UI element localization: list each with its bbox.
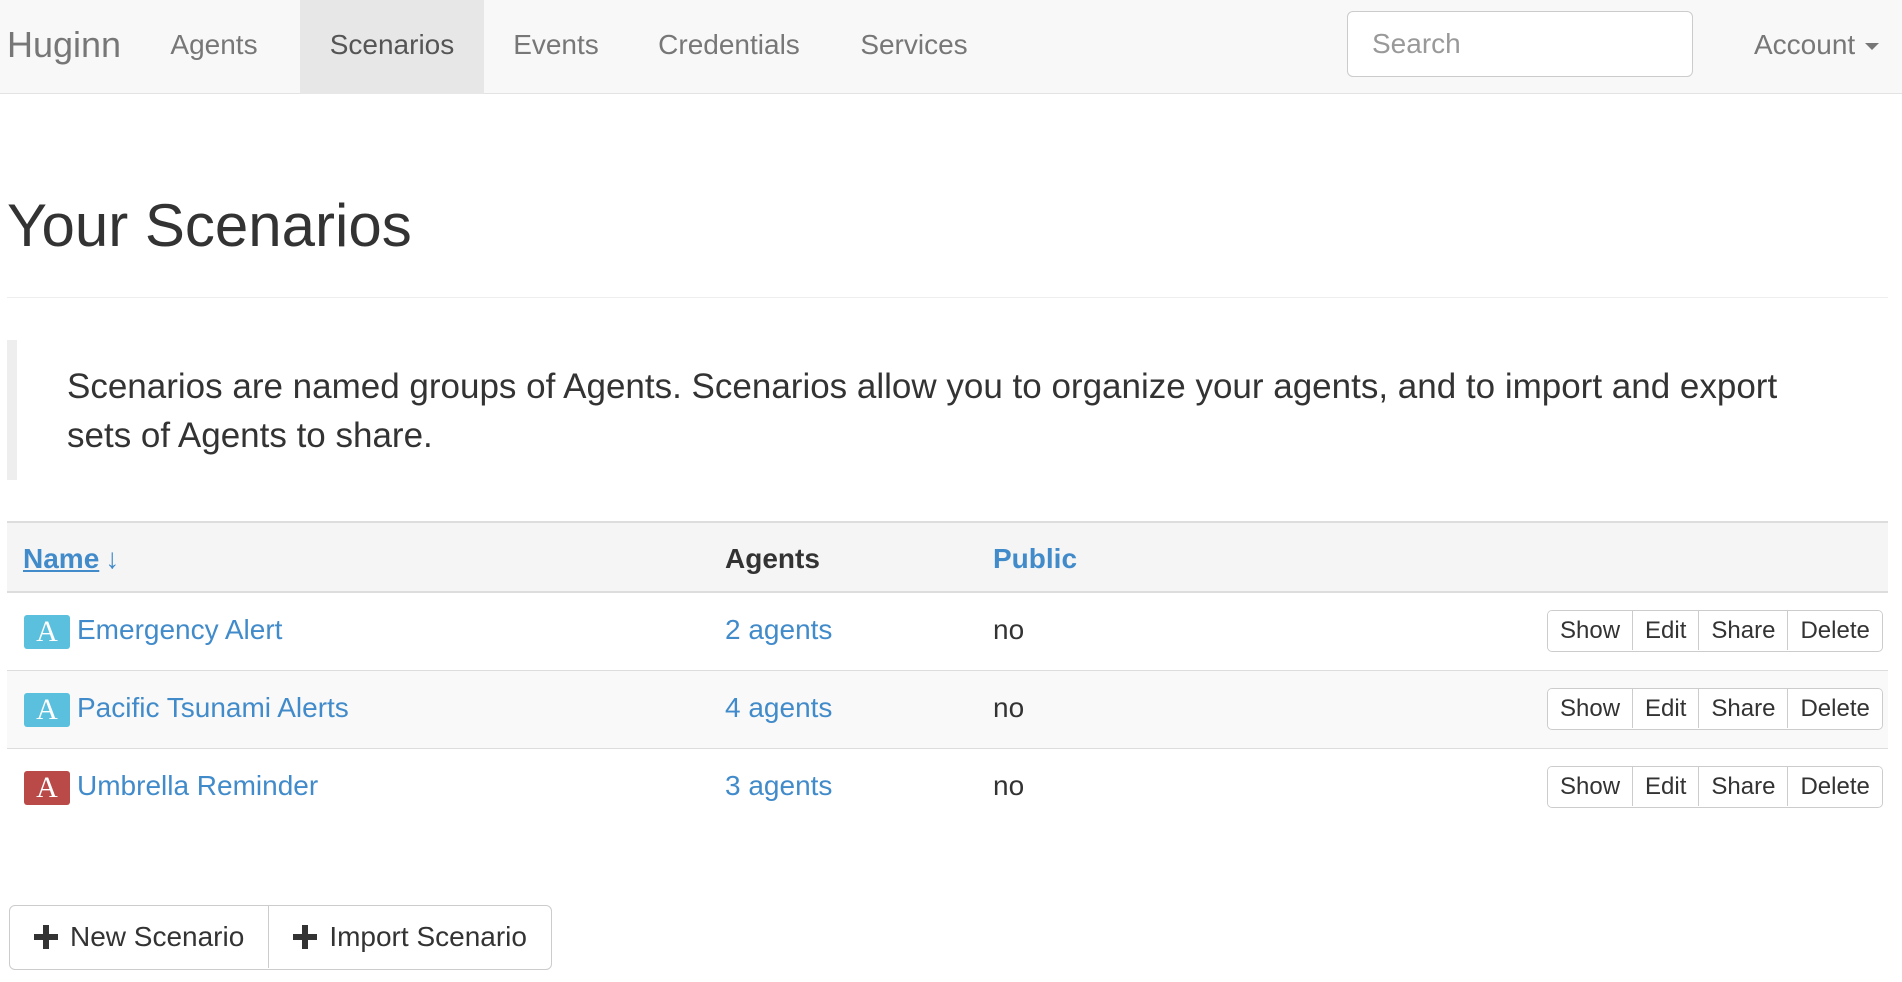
show-button[interactable]: Show bbox=[1548, 689, 1633, 728]
share-button[interactable]: Share bbox=[1698, 767, 1788, 806]
sort-by-public-link[interactable]: Public bbox=[993, 543, 1077, 574]
edit-button[interactable]: Edit bbox=[1632, 689, 1699, 728]
brand-logo-link[interactable]: Huginn bbox=[7, 0, 121, 94]
caret-down-icon bbox=[1865, 43, 1880, 51]
navbar: Huginn Agents Scenarios Events Credentia… bbox=[0, 0, 1902, 94]
account-label: Account bbox=[1754, 29, 1856, 60]
scenario-name-link[interactable]: Emergency Alert bbox=[77, 593, 282, 667]
sort-down-arrow-icon: ↓ bbox=[105, 543, 120, 574]
scenario-name-link[interactable]: Umbrella Reminder bbox=[77, 749, 318, 823]
column-header-public: Public bbox=[993, 523, 1077, 591]
nav-item-agents[interactable]: Agents bbox=[150, 0, 278, 94]
title-divider bbox=[7, 297, 1888, 298]
plus-icon bbox=[34, 925, 58, 949]
description-text: Scenarios are named groups of Agents. Sc… bbox=[67, 367, 1778, 455]
delete-button[interactable]: Delete bbox=[1787, 689, 1882, 728]
delete-button[interactable]: Delete bbox=[1787, 767, 1882, 806]
scenario-icon: A bbox=[24, 771, 70, 805]
import-scenario-label: Import Scenario bbox=[329, 921, 527, 952]
edit-button[interactable]: Edit bbox=[1632, 767, 1699, 806]
share-button[interactable]: Share bbox=[1698, 611, 1788, 650]
table-row: A Emergency Alert 2 agents no Show Edit … bbox=[7, 593, 1888, 671]
description-blockquote: Scenarios are named groups of Agents. Sc… bbox=[7, 340, 1888, 480]
nav-item-services[interactable]: Services bbox=[850, 0, 978, 94]
column-header-agents: Agents bbox=[725, 543, 820, 574]
account-dropdown[interactable]: Account bbox=[1754, 0, 1880, 94]
show-button[interactable]: Show bbox=[1548, 767, 1633, 806]
table-row: A Umbrella Reminder 3 agents no Show Edi… bbox=[7, 749, 1888, 827]
nav-item-scenarios[interactable]: Scenarios bbox=[300, 0, 484, 94]
plus-icon bbox=[293, 925, 318, 949]
column-header-name: Name ↓ bbox=[23, 523, 119, 591]
public-value: no bbox=[993, 770, 1025, 801]
scenario-icon: A bbox=[24, 615, 70, 649]
agents-count-link[interactable]: 2 agents bbox=[725, 593, 832, 667]
table-header: Name ↓ Agents Public bbox=[7, 521, 1888, 593]
scenario-name-link[interactable]: Pacific Tsunami Alerts bbox=[77, 671, 349, 745]
page-title: Your Scenarios bbox=[7, 192, 412, 259]
table-row: A Pacific Tsunami Alerts 4 agents no Sho… bbox=[7, 671, 1888, 749]
public-value: no bbox=[993, 692, 1025, 723]
edit-button[interactable]: Edit bbox=[1632, 611, 1699, 650]
row-action-buttons: Show Edit Share Delete bbox=[1547, 688, 1883, 730]
delete-button[interactable]: Delete bbox=[1787, 611, 1882, 650]
nav-item-credentials[interactable]: Credentials bbox=[640, 0, 818, 94]
row-action-buttons: Show Edit Share Delete bbox=[1547, 766, 1883, 808]
new-scenario-label: New Scenario bbox=[70, 921, 245, 952]
nav-item-events[interactable]: Events bbox=[500, 0, 612, 94]
new-scenario-button[interactable]: New Scenario bbox=[10, 906, 268, 968]
agents-count-link[interactable]: 3 agents bbox=[725, 749, 832, 823]
search-input[interactable] bbox=[1347, 11, 1693, 77]
import-scenario-button[interactable]: Import Scenario bbox=[268, 906, 551, 968]
agents-count-link[interactable]: 4 agents bbox=[725, 671, 832, 745]
sort-by-name-link[interactable]: Name bbox=[23, 543, 99, 574]
public-value: no bbox=[993, 614, 1025, 645]
row-action-buttons: Show Edit Share Delete bbox=[1547, 610, 1883, 652]
show-button[interactable]: Show bbox=[1548, 611, 1633, 650]
share-button[interactable]: Share bbox=[1698, 689, 1788, 728]
scenario-icon: A bbox=[24, 693, 70, 727]
scenario-actions: New Scenario Import Scenario bbox=[9, 905, 552, 970]
